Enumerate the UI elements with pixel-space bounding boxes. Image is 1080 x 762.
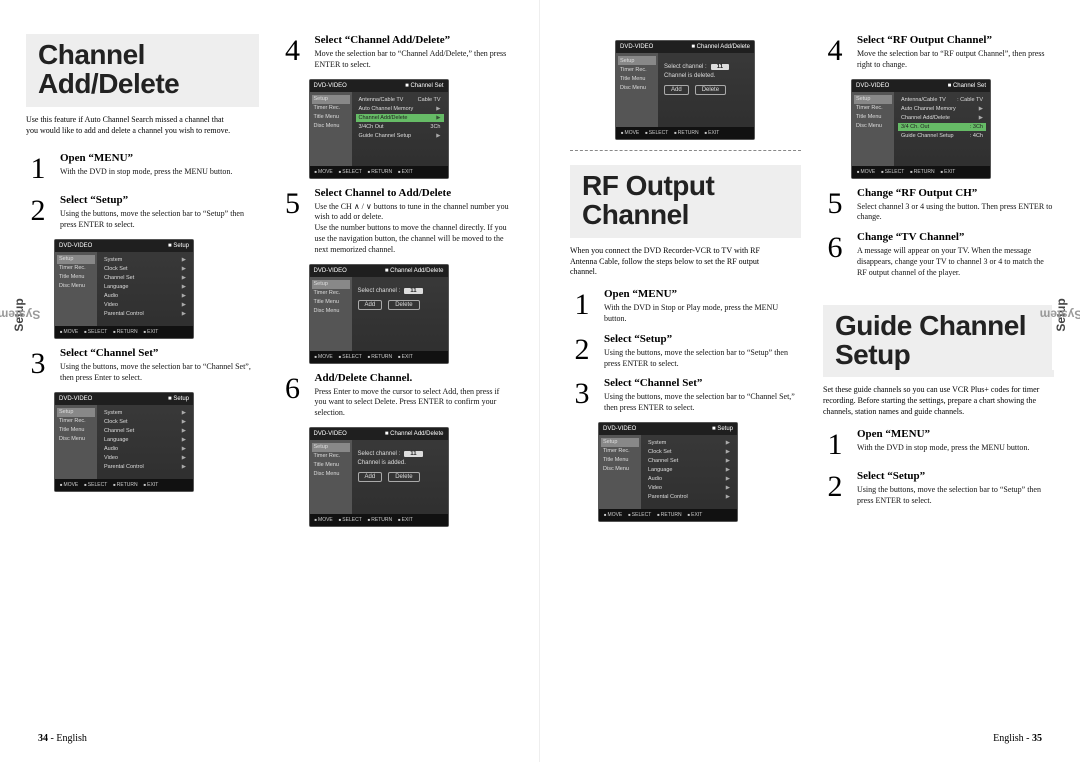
rf-step-1: 1 Open “MENU” With the DVD in Stop or Pl… <box>570 288 801 325</box>
intro-rf-output: When you connect the DVD Recorder-VCR to… <box>570 246 780 278</box>
sidetab-light: System <box>0 308 40 322</box>
heading-rf-output: RF Output Channel <box>570 165 801 238</box>
footer-left: 34 - English <box>38 733 87 744</box>
guide-step-2: 2 Select “Setup” Using the buttons, move… <box>823 470 1054 507</box>
step-title: Select “Setup” <box>857 470 1054 482</box>
step-text: With the DVD in stop mode, press the MEN… <box>857 443 1054 454</box>
step-title: Change “TV Channel” <box>857 231 1054 243</box>
step-title: Select “RF Output Channel” <box>857 34 1054 46</box>
step-text: With the DVD in stop mode, press the MEN… <box>60 167 259 178</box>
step-text: Move the selection bar to “Channel Add/D… <box>315 49 514 71</box>
intro-guide-channel: Set these guide channels so you can use … <box>823 385 1054 417</box>
step-title: Select “Setup” <box>604 333 801 345</box>
step-2: 2 Select “Setup” Using the buttons, move… <box>26 194 259 231</box>
side-tab-right: System Setup <box>1052 260 1070 370</box>
heading-guide-channel-setup: Guide Channel Setup <box>823 305 1054 378</box>
left-col-b: 4 Select “Channel Add/Delete” Move the s… <box>281 34 514 535</box>
step-text: Using the buttons, move the selection ba… <box>60 209 259 231</box>
step-title: Select “Setup” <box>60 194 259 206</box>
step-text: Select channel 3 or 4 using the button. … <box>857 202 1054 224</box>
page-left: System Setup Channel Add/Delete Use this… <box>0 0 540 762</box>
rf-step-6: 6 Change “TV Channel” A message will app… <box>823 231 1054 278</box>
rf-step-5: 5 Change “RF Output CH” Select channel 3… <box>823 187 1054 224</box>
rf-step-3: 3 Select “Channel Set” Using the buttons… <box>570 377 801 414</box>
step-title: Select “Channel Set” <box>60 347 259 359</box>
step-3: 3 Select “Channel Set” Using the buttons… <box>26 347 259 384</box>
step-title: Open “MENU” <box>604 288 801 300</box>
step-title: Add/Delete Channel. <box>315 372 514 384</box>
heading-channel-add-delete: Channel Add/Delete <box>26 34 259 107</box>
screenshot-add-delete-added: DVD-VIDEO■ Channel Add/Delete SetupTimer… <box>309 427 449 527</box>
step-title: Change “RF Output CH” <box>857 187 1054 199</box>
screenshot-setup: DVD-VIDEO■ Setup SetupTimer Rec.Title Me… <box>54 239 194 339</box>
rf-step-2: 2 Select “Setup” Using the buttons, move… <box>570 333 801 370</box>
screenshot-add-delete: DVD-VIDEO■ Channel Add/Delete SetupTimer… <box>309 264 449 364</box>
left-col-a: Channel Add/Delete Use this feature if A… <box>26 34 259 535</box>
step-title: Select “Channel Add/Delete” <box>315 34 514 46</box>
step-text: A message will appear on your TV. When t… <box>857 246 1054 278</box>
step-5: 5 Select Channel to Add/Delete Use the C… <box>281 187 514 256</box>
step-title: Open “MENU” <box>857 428 1054 440</box>
step-title: Select “Channel Set” <box>604 377 801 389</box>
side-tab-left: System Setup <box>10 260 28 370</box>
screenshot-add-delete-deleted: DVD-VIDEO■ Channel Add/Delete SetupTimer… <box>615 40 755 140</box>
step-text: Use the CH ∧ / ∨ buttons to tune in the … <box>315 202 514 256</box>
step-6: 6 Add/Delete Channel. Press Enter to mov… <box>281 372 514 419</box>
right-col-b: 4 Select “RF Output Channel” Move the se… <box>823 34 1054 530</box>
step-title: Open “MENU” <box>60 152 259 164</box>
page-right: System Setup DVD-VIDEO■ Channel Add/Dele… <box>540 0 1080 762</box>
step-text: Press Enter to move the cursor to select… <box>315 387 514 419</box>
step-text: Using the buttons, move the selection ba… <box>60 362 259 384</box>
rf-step-4: 4 Select “RF Output Channel” Move the se… <box>823 34 1054 71</box>
right-col-a: DVD-VIDEO■ Channel Add/Delete SetupTimer… <box>570 34 801 530</box>
step-1: 1 Open “MENU” With the DVD in stop mode,… <box>26 152 259 186</box>
step-text: Move the selection bar to “RF output Cha… <box>857 49 1054 71</box>
step-text: Using the buttons, move the selection ba… <box>604 392 801 414</box>
screenshot-setup-2: DVD-VIDEO■ Setup SetupTimer Rec.Title Me… <box>54 392 194 492</box>
step-title: Select Channel to Add/Delete <box>315 187 514 199</box>
intro-channel-add-delete: Use this feature if Auto Channel Search … <box>26 115 236 137</box>
screenshot-setup-rf: DVD-VIDEO■ Setup SetupTimer Rec.Title Me… <box>598 422 738 522</box>
sidetab-light: System <box>1040 308 1080 322</box>
screenshot-channel-set-rf: DVD-VIDEO■ Channel Set SetupTimer Rec.Ti… <box>851 79 991 179</box>
guide-step-1: 1 Open “MENU” With the DVD in stop mode,… <box>823 428 1054 462</box>
step-text: With the DVD in Stop or Play mode, press… <box>604 303 801 325</box>
screenshot-channel-set: DVD-VIDEO■ Channel Set SetupTimer Rec.Ti… <box>309 79 449 179</box>
step-4: 4 Select “Channel Add/Delete” Move the s… <box>281 34 514 71</box>
footer-right: English - 35 <box>993 733 1042 744</box>
step-text: Using the buttons, move the selection ba… <box>604 348 801 370</box>
step-text: Using the buttons, move the selection ba… <box>857 485 1054 507</box>
